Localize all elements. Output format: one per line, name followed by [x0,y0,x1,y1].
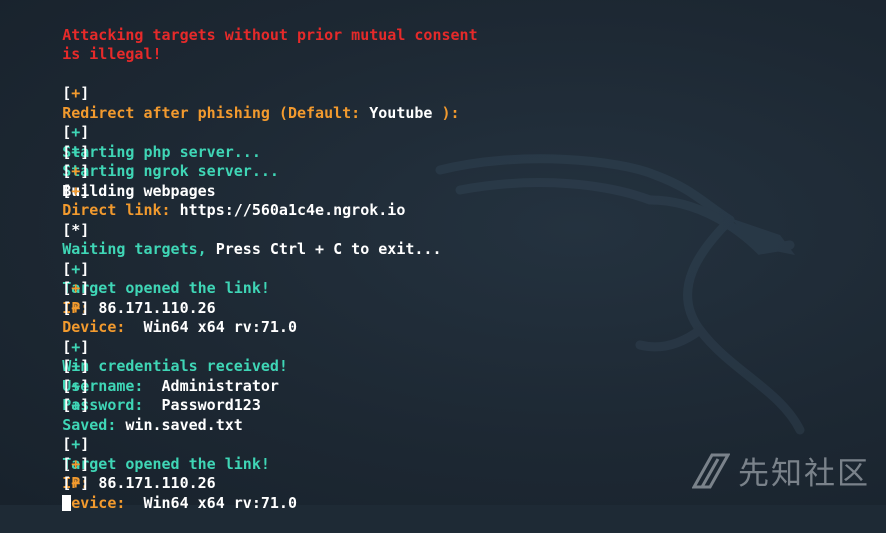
plus-marker: + [71,376,81,395]
star-marker: * [71,220,81,239]
ngrok-server-status: Starting ngrok server... [62,162,279,180]
device-label: Device: [62,318,144,336]
bracket-right: ] [80,376,90,395]
bracket-left: [ [62,435,72,453]
bracket-right: ] [80,142,90,161]
saved-label: Saved: [62,415,126,434]
username-value: Administrator [161,376,279,395]
bracket-right: ] [80,162,90,180]
bracket-right: ] [80,435,90,453]
bracket-left: [ [62,181,72,200]
ip-value: 86.171.110.26 [98,474,216,492]
direct-link-label: Direct link: [62,201,180,219]
ip-value: 86.171.110.26 [98,298,216,317]
plus-marker: + [71,474,81,492]
bracket-left: [ [62,357,72,375]
php-server-status: Starting php server... [62,142,261,161]
exit-hint: Press Ctrl + C to exit... [215,240,442,258]
bracket-right: ] [80,84,90,102]
redirect-default-value: Youtube [369,103,433,122]
bracket-left: [ [62,396,72,414]
legal-warning-text: is illegal! [62,45,162,63]
credentials-received-text: Win credentials received! [62,357,288,375]
bracket-left: [ [62,259,72,278]
bracket-left: [ [62,123,72,141]
device-value: Win64 x64 rv:71.0 [143,493,297,512]
terminal-output: Attacking targets without prior mutual c… [8,6,478,512]
bracket-left: [ [62,162,72,180]
watermark: 先知社区 [692,448,870,493]
redirect-label: Redirect after phishing (Default: [62,103,370,122]
bracket-right: ] [80,220,90,239]
device-value: Win64 x64 rv:71.0 [143,318,297,336]
plus-marker: + [71,337,81,356]
bracket-right: ] [80,396,90,414]
plus-marker: + [71,298,81,317]
terminal-cursor [62,494,72,511]
bracket-left: [ [62,337,72,356]
bracket-right: ] [80,357,90,375]
bracket-right: ] [80,474,90,492]
bracket-right: ] [80,337,90,356]
waiting-targets-label: Waiting targets, [62,240,216,258]
xianzhi-logo-icon [692,453,730,488]
bracket-left: [ [62,142,72,161]
bracket-left: [ [62,298,72,317]
bracket-right: ] [80,181,90,200]
device-label: Device: [62,493,144,512]
bracket-left: [ [62,220,72,239]
legal-warning-line-1: Attacking targets without prior mutual c… [8,6,477,44]
bracket-left: [ [62,474,72,492]
plus-marker: + [71,162,81,180]
plus-marker: + [71,435,81,453]
redirect-suffix: ): [432,103,460,122]
password-value: Password123 [161,396,261,414]
plus-marker: + [71,142,81,161]
bracket-right: ] [80,259,90,278]
plus-marker: + [71,279,81,297]
bracket-left: [ [62,279,72,297]
plus-marker: + [71,84,81,102]
plus-marker: + [71,123,81,141]
redirect-prompt-line: [+] Redirect after phishing (Default: Yo… [8,65,478,122]
target-opened-text: Target opened the link! [62,454,270,473]
bracket-right: ] [80,298,90,317]
plus-marker: + [71,396,81,414]
bracket-right: ] [80,454,90,473]
saved-filename: win.saved.txt [125,415,243,434]
plus-marker: + [71,259,81,278]
bracket-right: ] [80,123,90,141]
bracket-left: [ [62,376,72,395]
direct-link-url[interactable]: https://560a1c4e.ngrok.io [180,201,406,219]
terminal-window[interactable]: Attacking targets without prior mutual c… [0,0,886,512]
bracket-left: [ [62,454,72,473]
target-opened-text: Target opened the link! [62,279,270,297]
plus-marker: + [71,454,81,473]
plus-marker: + [71,181,81,200]
bracket-left: [ [62,84,72,102]
plus-marker: + [71,357,81,375]
legal-warning-text: Attacking targets without prior mutual c… [62,25,478,44]
bracket-right: ] [80,279,90,297]
watermark-text: 先知社区 [738,456,870,492]
